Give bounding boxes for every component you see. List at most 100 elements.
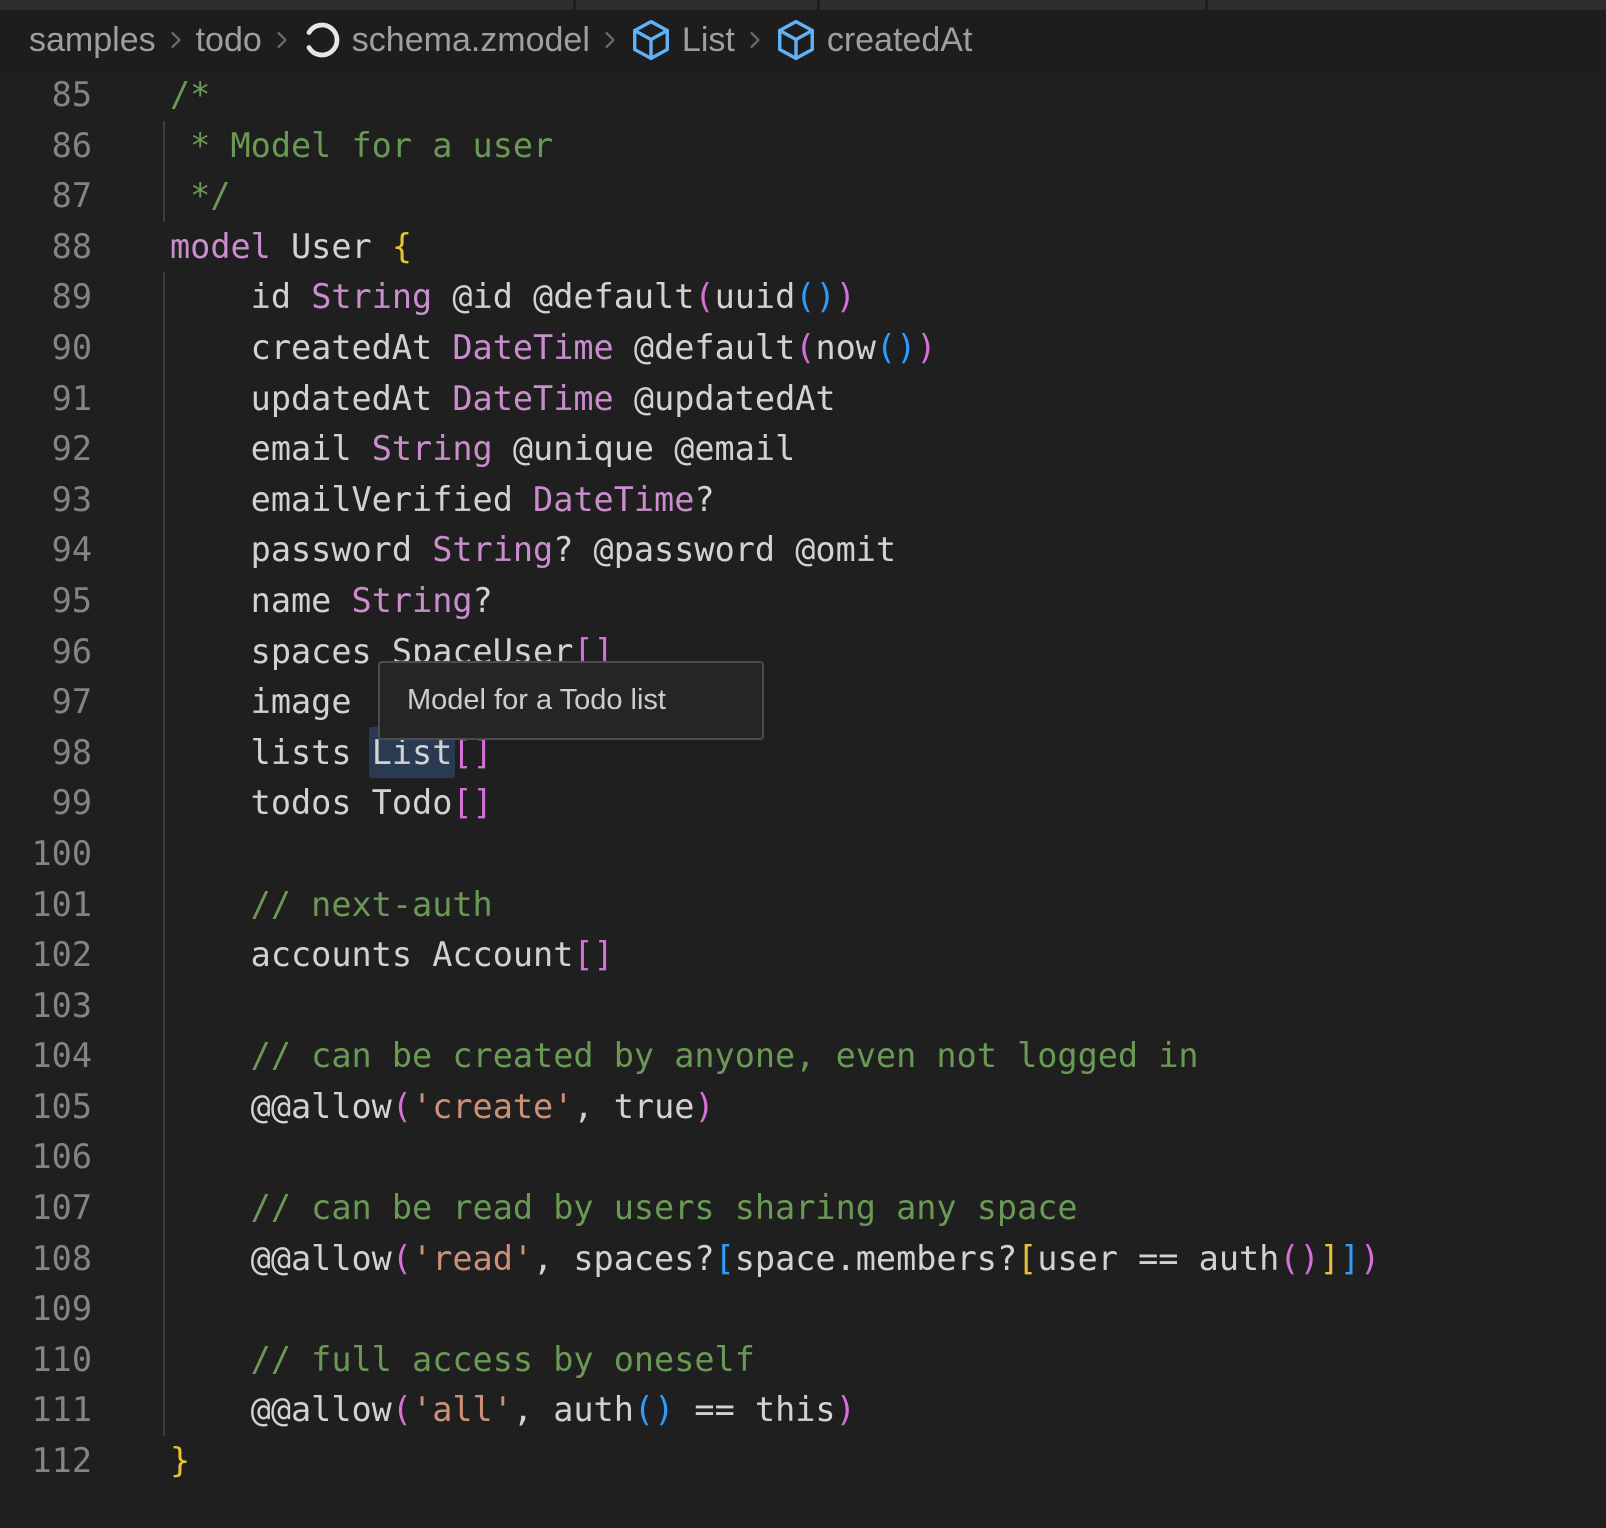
code-content: email String @unique @email (170, 424, 795, 475)
code-line[interactable]: 98 lists List[] (0, 728, 1606, 779)
line-number: 90 (0, 323, 92, 374)
code-token: ) (916, 328, 936, 367)
code-line[interactable]: 104 // can be created by anyone, even no… (0, 1031, 1606, 1082)
line-number: 96 (0, 627, 92, 678)
line-number: 103 (0, 981, 92, 1032)
breadcrumb-separator-icon (275, 26, 289, 54)
code-line[interactable]: 95 name String? (0, 576, 1606, 627)
code-token: == this (674, 1390, 835, 1429)
code-token: ) (1360, 1239, 1380, 1278)
code-token: @unique @email (493, 429, 796, 468)
code-token: ( (795, 328, 815, 367)
code-token: } (170, 1441, 190, 1480)
code-token: image (170, 682, 352, 721)
code-token: createdAt (170, 328, 452, 367)
code-token: ] (1340, 1239, 1360, 1278)
code-line[interactable]: 109 (0, 1284, 1606, 1335)
code-content: /* (170, 70, 210, 121)
code-token: // next-auth (170, 885, 493, 924)
code-line[interactable]: 102 accounts Account[] (0, 930, 1606, 981)
code-line[interactable]: 107 // can be read by users sharing any … (0, 1183, 1606, 1234)
code-lines: 85/*86 * Model for a user87 */88model Us… (0, 70, 1606, 1487)
code-token: lists (170, 733, 372, 772)
cube-icon (630, 19, 672, 61)
code-line[interactable]: 94 password String? @password @omit (0, 525, 1606, 576)
code-line[interactable]: 93 emailVerified DateTime? (0, 475, 1606, 526)
breadcrumb-item-label: List (682, 21, 735, 60)
breadcrumb-item-label: createdAt (827, 21, 973, 60)
code-line[interactable]: 87 */ (0, 171, 1606, 222)
line-number: 89 (0, 272, 92, 323)
code-token: , spaces? (533, 1239, 715, 1278)
code-content: password String? @password @omit (170, 525, 896, 576)
breadcrumb: samples todo schema.zmodel List createdA… (0, 10, 1606, 70)
indent-guide (163, 272, 165, 1436)
code-line[interactable]: 100 (0, 829, 1606, 880)
code-token: ) (836, 1390, 856, 1429)
code-token: id (170, 277, 311, 316)
code-token: [] (573, 935, 613, 974)
code-line[interactable]: 92 email String @unique @email (0, 424, 1606, 475)
code-line[interactable]: 101 // next-auth (0, 880, 1606, 931)
code-token: password (170, 530, 432, 569)
line-number: 91 (0, 374, 92, 425)
breadcrumb-item-list[interactable]: List (630, 19, 735, 61)
line-number: 94 (0, 525, 92, 576)
code-line[interactable]: 111 @@allow('all', auth() == this) (0, 1385, 1606, 1436)
code-line[interactable]: 110 // full access by oneself (0, 1335, 1606, 1386)
breadcrumb-separator-icon (169, 26, 183, 54)
indent-guide (163, 121, 165, 222)
code-token: [] (452, 783, 492, 822)
code-line[interactable]: 97 image (0, 677, 1606, 728)
tab-separator (573, 0, 576, 10)
code-line[interactable]: 106 (0, 1132, 1606, 1183)
breadcrumb-item-todo[interactable]: todo (196, 21, 262, 60)
line-number: 107 (0, 1183, 92, 1234)
code-token: email (170, 429, 372, 468)
code-token: User (271, 227, 392, 266)
code-token: String (352, 581, 473, 620)
code-token: , true (573, 1087, 694, 1126)
breadcrumb-item-label: schema.zmodel (352, 21, 590, 60)
code-content: accounts Account[] (170, 930, 614, 981)
code-line[interactable]: 85/* (0, 70, 1606, 121)
code-line[interactable]: 96 spaces SpaceUser[] (0, 627, 1606, 678)
code-line[interactable]: 103 (0, 981, 1606, 1032)
code-content: @@allow('create', true) (170, 1082, 715, 1133)
breadcrumb-item-samples[interactable]: samples (29, 21, 156, 60)
breadcrumb-item-schema-zmodel[interactable]: schema.zmodel (302, 20, 590, 60)
code-token: String (311, 277, 432, 316)
code-line[interactable]: 86 * Model for a user (0, 121, 1606, 172)
code-content: // next-auth (170, 880, 493, 931)
code-content: * Model for a user (170, 121, 553, 172)
code-token: accounts Account (170, 935, 573, 974)
code-token: */ (170, 176, 231, 215)
code-line[interactable]: 91 updatedAt DateTime @updatedAt (0, 374, 1606, 425)
code-content: image (170, 677, 352, 728)
code-line[interactable]: 112} (0, 1436, 1606, 1487)
code-token: @id @default (432, 277, 694, 316)
code-editor[interactable]: 85/*86 * Model for a user87 */88model Us… (0, 70, 1606, 1528)
code-token: @default (614, 328, 796, 367)
code-line[interactable]: 90 createdAt DateTime @default(now()) (0, 323, 1606, 374)
code-token: ( (1279, 1239, 1299, 1278)
hover-tooltip-text: Model for a Todo list (407, 684, 666, 717)
line-number: 86 (0, 121, 92, 172)
line-number: 102 (0, 930, 92, 981)
code-line[interactable]: 99 todos Todo[] (0, 778, 1606, 829)
code-token: ) (836, 277, 856, 316)
code-content: // can be read by users sharing any spac… (170, 1183, 1078, 1234)
code-line[interactable]: 105 @@allow('create', true) (0, 1082, 1606, 1133)
code-line[interactable]: 108 @@allow('read', spaces?[space.member… (0, 1234, 1606, 1285)
breadcrumb-item-createdat[interactable]: createdAt (775, 19, 973, 61)
code-token: name (170, 581, 352, 620)
line-number: 110 (0, 1335, 92, 1386)
code-token: ) (1300, 1239, 1320, 1278)
code-token: // can be read by users sharing any spac… (170, 1188, 1078, 1227)
code-token: ] (1320, 1239, 1340, 1278)
code-token: ( (392, 1087, 412, 1126)
code-token: @@allow (170, 1087, 392, 1126)
code-line[interactable]: 89 id String @id @default(uuid()) (0, 272, 1606, 323)
code-token: DateTime (452, 379, 613, 418)
code-line[interactable]: 88model User { (0, 222, 1606, 273)
